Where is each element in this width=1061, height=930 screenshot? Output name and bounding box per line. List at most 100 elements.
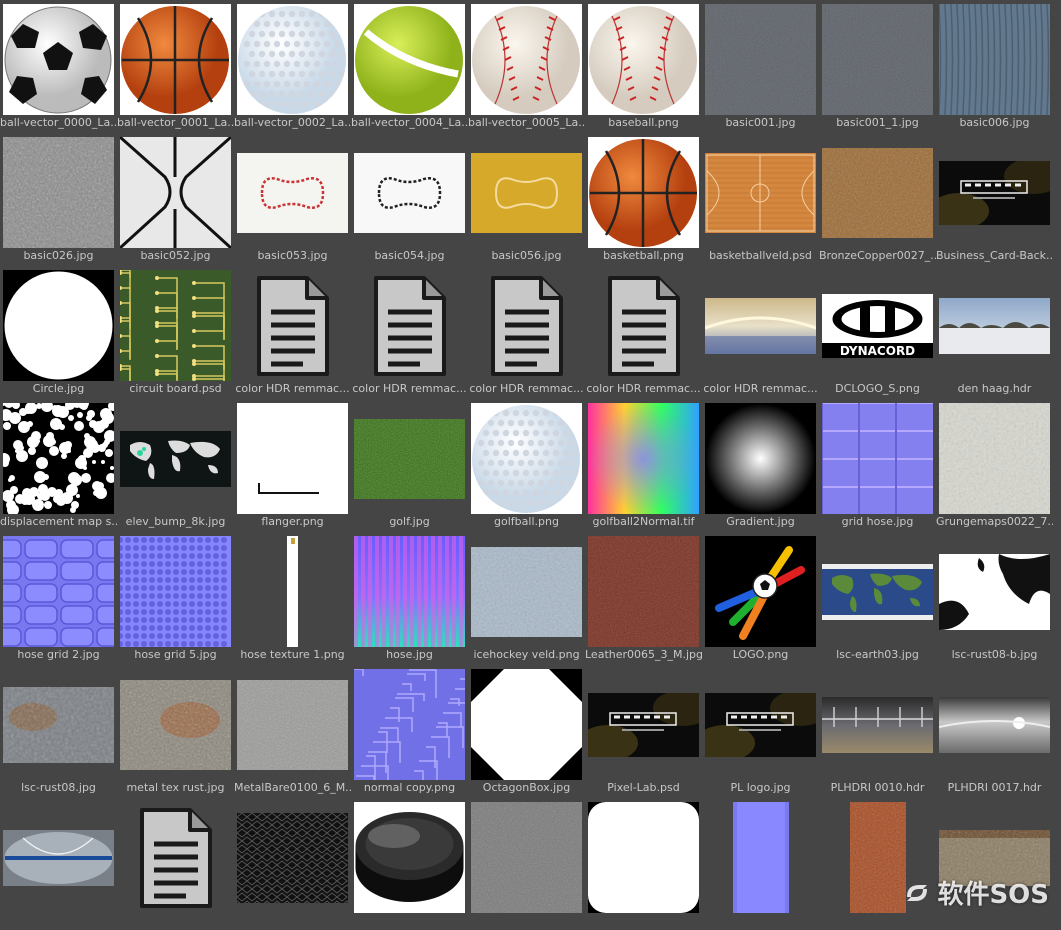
world-map-dark-thumbnail [120, 403, 231, 514]
file-item[interactable]: hose grid 2.jpg [3, 536, 114, 664]
file-item[interactable]: Business_Card-Back... [936, 137, 1053, 265]
file-item[interactable]: basic001.jpg [705, 4, 816, 132]
tennis-ball-icon-thumbnail [354, 4, 465, 115]
file-item[interactable]: den haag.hdr [939, 270, 1050, 398]
file-item[interactable]: Grungemaps0022_7... [936, 403, 1053, 531]
file-name-label: icehockey veld.png [473, 648, 580, 661]
file-name-label: LOGO.png [732, 648, 789, 661]
file-item[interactable]: golf.jpg [354, 403, 465, 531]
file-name-label: Gradient.jpg [726, 515, 795, 528]
file-item[interactable]: basic026.jpg [3, 137, 114, 265]
file-item[interactable]: ball-vector_0000_La... [0, 4, 117, 132]
hose-normal-stripes-thumbnail [354, 536, 465, 647]
white-octagon-thumbnail [471, 669, 582, 780]
file-item[interactable]: OctagonBox.jpg [471, 669, 582, 797]
file-item[interactable] [705, 802, 816, 930]
file-name-label: color HDR remmac... [703, 382, 818, 395]
file-item[interactable]: Pixel-Lab.psd [588, 669, 699, 797]
file-item[interactable]: basic052.jpg [120, 137, 231, 265]
metal-bare-thumbnail [237, 669, 348, 780]
file-item[interactable]: displacement map s... [0, 403, 117, 531]
file-item[interactable]: icehockey veld.png [471, 536, 582, 664]
file-name-label: ball-vector_0001_La... [117, 116, 234, 129]
file-item[interactable]: normal copy.png [354, 669, 465, 797]
file-name-label [117, 914, 234, 928]
file-item[interactable]: ball-vector_0004_La... [351, 4, 468, 132]
file-item[interactable]: PLHDRI 0010.hdr [822, 669, 933, 797]
file-item[interactable]: Leather0065_3_M.jpg [585, 536, 702, 664]
file-item[interactable]: hose grid 5.jpg [120, 536, 231, 664]
file-item[interactable]: color HDR remmac... [235, 270, 350, 398]
hdr-panorama-thumbnail [705, 270, 816, 381]
black-white-splat-thumbnail [939, 536, 1050, 647]
file-item[interactable]: lsc-rust08.jpg [3, 669, 114, 797]
file-item[interactable]: MetalBare0100_6_M... [234, 669, 351, 797]
file-item[interactable]: circuit board.psd [120, 270, 231, 398]
file-item[interactable]: PL logo.jpg [705, 669, 816, 797]
file-item[interactable]: BronzeCopper0027_... [819, 137, 936, 265]
file-item[interactable]: basic006.jpg [939, 4, 1050, 132]
file-item[interactable]: baseball.png [588, 4, 699, 132]
file-item[interactable]: ball-vector_0001_La... [117, 4, 234, 132]
file-name-label: grid hose.jpg [841, 515, 914, 528]
file-item[interactable]: ball-vector_0002_La... [234, 4, 351, 132]
file-item[interactable]: hose.jpg [354, 536, 465, 664]
file-item[interactable]: color HDR remmac... [352, 270, 467, 398]
file-item[interactable]: ball-vector_0005_La... [468, 4, 585, 132]
file-item[interactable]: PLHDRI 0017.hdr [939, 669, 1050, 797]
file-item[interactable]: Gradient.jpg [705, 403, 816, 531]
hdr-fisheye-thumbnail [3, 802, 114, 913]
file-name-label: color HDR remmac... [352, 382, 467, 395]
file-name-label [234, 914, 351, 928]
file-name-label: hose grid 5.jpg [134, 648, 217, 661]
file-item[interactable] [120, 802, 231, 930]
file-name-label: basketball.png [603, 249, 684, 262]
grey-concrete-texture-thumbnail [705, 4, 816, 115]
file-item[interactable]: lsc-rust08-b.jpg [939, 536, 1050, 664]
file-item[interactable]: LOGO.png [705, 536, 816, 664]
file-item[interactable]: basketballveld.psd [705, 137, 816, 265]
golf-ball-icon-thumbnail [237, 4, 348, 115]
dark-mesh-thumbnail [237, 802, 348, 913]
baseball-icon-thumbnail [588, 4, 699, 115]
file-item[interactable]: flanger.png [237, 403, 348, 531]
file-item[interactable]: basic056.jpg [471, 137, 582, 265]
file-item[interactable]: golfball2Normal.tif [588, 403, 699, 531]
file-item[interactable]: basic053.jpg [237, 137, 348, 265]
file-item[interactable]: metal tex rust.jpg [120, 669, 231, 797]
file-name-label: color HDR remmac... [586, 382, 701, 395]
file-item[interactable]: DYNACORD DCLOGO_S.png [822, 270, 933, 398]
file-grid: ball-vector_0000_La... ball-vector_0001_… [0, 4, 1061, 917]
file-item[interactable]: lsc-earth03.jpg [822, 536, 933, 664]
file-item[interactable] [471, 802, 582, 930]
ice-texture-thumbnail [471, 536, 582, 647]
document-icon-thumbnail [120, 802, 231, 913]
file-item[interactable]: color HDR remmac... [469, 270, 584, 398]
file-item[interactable]: basic001_1.jpg [822, 4, 933, 132]
file-item[interactable] [588, 802, 699, 930]
file-name-label [936, 914, 1053, 928]
file-item[interactable]: color HDR remmac... [703, 270, 818, 398]
file-name-label: color HDR remmac... [469, 382, 584, 395]
file-item[interactable]: basic054.jpg [354, 137, 465, 265]
file-name-label: basic001.jpg [725, 116, 796, 129]
file-item[interactable] [237, 802, 348, 930]
black-white-noise-thumbnail [3, 403, 114, 514]
file-item[interactable] [354, 802, 465, 930]
file-item[interactable]: Circle.jpg [3, 270, 114, 398]
file-item[interactable]: golfball.png [471, 403, 582, 531]
file-item[interactable]: grid hose.jpg [822, 403, 933, 531]
file-name-label: circuit board.psd [129, 382, 222, 395]
file-item[interactable]: elev_bump_8k.jpg [120, 403, 231, 531]
grass-texture-thumbnail [354, 403, 465, 514]
file-item[interactable]: hose texture 1.png [237, 536, 348, 664]
normal-circuit-thumbnail [354, 669, 465, 780]
file-name-label: metal tex rust.jpg [126, 781, 225, 794]
file-item[interactable]: basketball.png [588, 137, 699, 265]
grey-concrete-texture-thumbnail [822, 4, 933, 115]
document-icon-thumbnail [471, 270, 582, 381]
normal-tiles-thumbnail [3, 536, 114, 647]
grunge-light-thumbnail [939, 403, 1050, 514]
file-item[interactable] [3, 802, 114, 930]
file-item[interactable]: color HDR remmac... [586, 270, 701, 398]
